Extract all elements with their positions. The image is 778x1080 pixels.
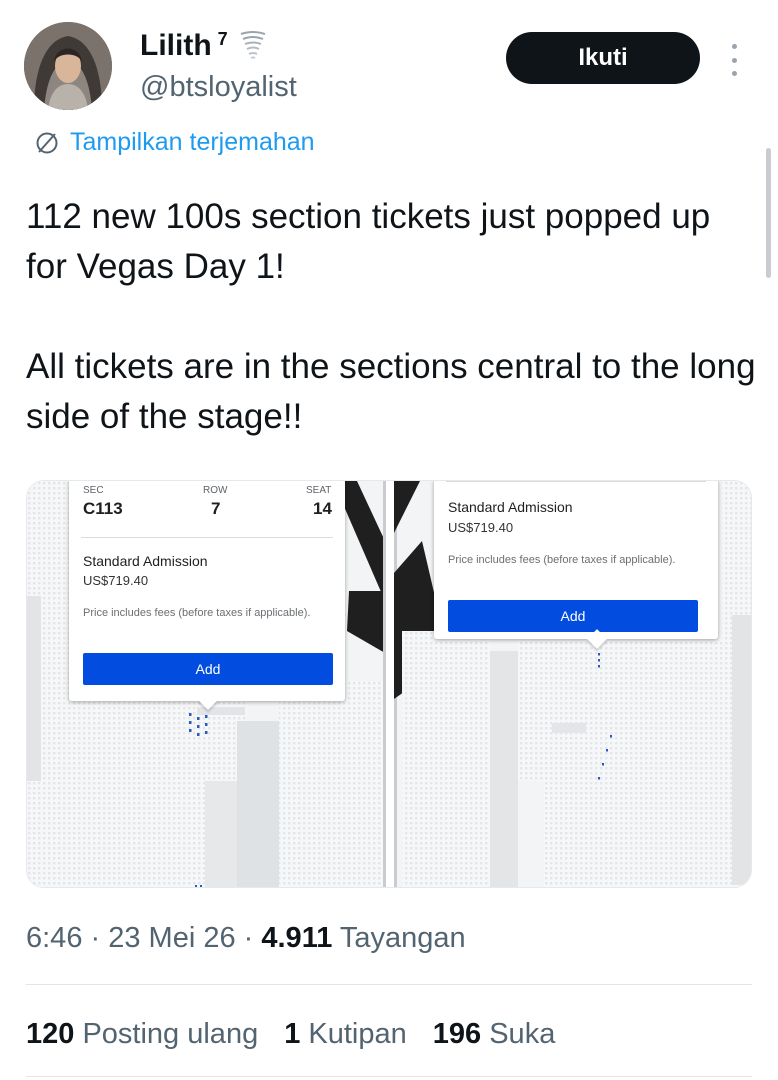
avatar[interactable] [24, 22, 112, 110]
meta-separator: · [243, 922, 262, 954]
reposts-stat[interactable]: 120 Posting ulang [26, 1014, 258, 1054]
admission-type: Standard Admission [448, 499, 573, 515]
sec-value: C113 [83, 499, 123, 518]
meta-separator: · [90, 922, 109, 954]
author-badge: 7 [217, 29, 228, 49]
reposts-count: 120 [26, 1018, 75, 1050]
quotes-stat[interactable]: 1 Kutipan [284, 1014, 407, 1054]
tornado-icon [240, 30, 266, 67]
fees-note: Price includes fees (before taxes if app… [448, 554, 676, 566]
add-ticket-button[interactable]: Add [83, 653, 333, 685]
tweet-text: 112 new 100s section tickets just popped… [26, 192, 756, 442]
media-image-right[interactable]: Standard Admission US$719.40 Price inclu… [394, 481, 751, 887]
views-label: Tayangan [339, 922, 466, 954]
row-label: ROW [203, 485, 228, 496]
tweet-date[interactable]: 23 Mei 26 [108, 922, 235, 954]
divider-bottom [26, 1076, 752, 1077]
tweet-paragraph-1: 112 new 100s section tickets just popped… [26, 197, 711, 286]
admission-type: Standard Admission [83, 553, 208, 569]
ticket-card-right: Standard Admission US$719.40 Price inclu… [434, 481, 718, 639]
divider-top [26, 984, 752, 985]
ticket-price: US$719.40 [83, 573, 149, 588]
engagement-stats: 120 Posting ulang 1 Kutipan 196 Suka [26, 1014, 581, 1054]
author-handle[interactable]: @btsloyalist [140, 70, 297, 104]
tweet-meta: 6:46 · 23 Mei 26 · 4.911 Tayangan [26, 918, 466, 958]
likes-count: 196 [432, 1018, 482, 1050]
quotes-count: 1 [284, 1018, 301, 1050]
translate-label: Tampilkan terjemahan [70, 128, 315, 156]
ticket-card-left: SEC C113 ROW 7 SEAT 14 Standard Admissio… [69, 481, 345, 701]
quotes-label: Kutipan [308, 1018, 407, 1050]
author-name[interactable]: Lilith [140, 28, 212, 64]
seat-value: 14 [313, 499, 332, 518]
sec-label: SEC [83, 485, 104, 496]
add-ticket-button[interactable]: Add [448, 600, 698, 632]
translate-link[interactable]: Tampilkan terjemahan [34, 128, 315, 157]
fees-note: Price includes fees (before taxes if app… [83, 607, 311, 619]
likes-label: Suka [489, 1018, 556, 1050]
more-options-icon[interactable] [724, 40, 744, 80]
translate-icon [36, 132, 58, 153]
tweet-media[interactable]: SEC C113 ROW 7 SEAT 14 Standard Admissio… [26, 480, 752, 888]
ticket-price: US$719.40 [448, 520, 514, 535]
reposts-label: Posting ulang [82, 1018, 259, 1050]
page-scrollbar[interactable] [766, 148, 771, 278]
tweet-time[interactable]: 6:46 [26, 922, 82, 954]
tweet-paragraph-2: All tickets are in the sections central … [26, 347, 756, 436]
card-divider [446, 481, 706, 482]
row-value: 7 [211, 499, 221, 518]
likes-stat[interactable]: 196 Suka [433, 1014, 556, 1054]
media-divider [386, 481, 394, 887]
follow-button[interactable]: Ikuti [506, 32, 700, 84]
seat-label: SEAT [306, 485, 332, 496]
author-name-row: Lilith 7 [140, 28, 266, 67]
views-count: 4.911 [261, 922, 333, 954]
media-image-left[interactable]: SEC C113 ROW 7 SEAT 14 Standard Admissio… [27, 481, 386, 887]
card-divider [81, 537, 333, 538]
tweet-header: Lilith 7 @btsloyalist Ikuti [24, 22, 754, 114]
